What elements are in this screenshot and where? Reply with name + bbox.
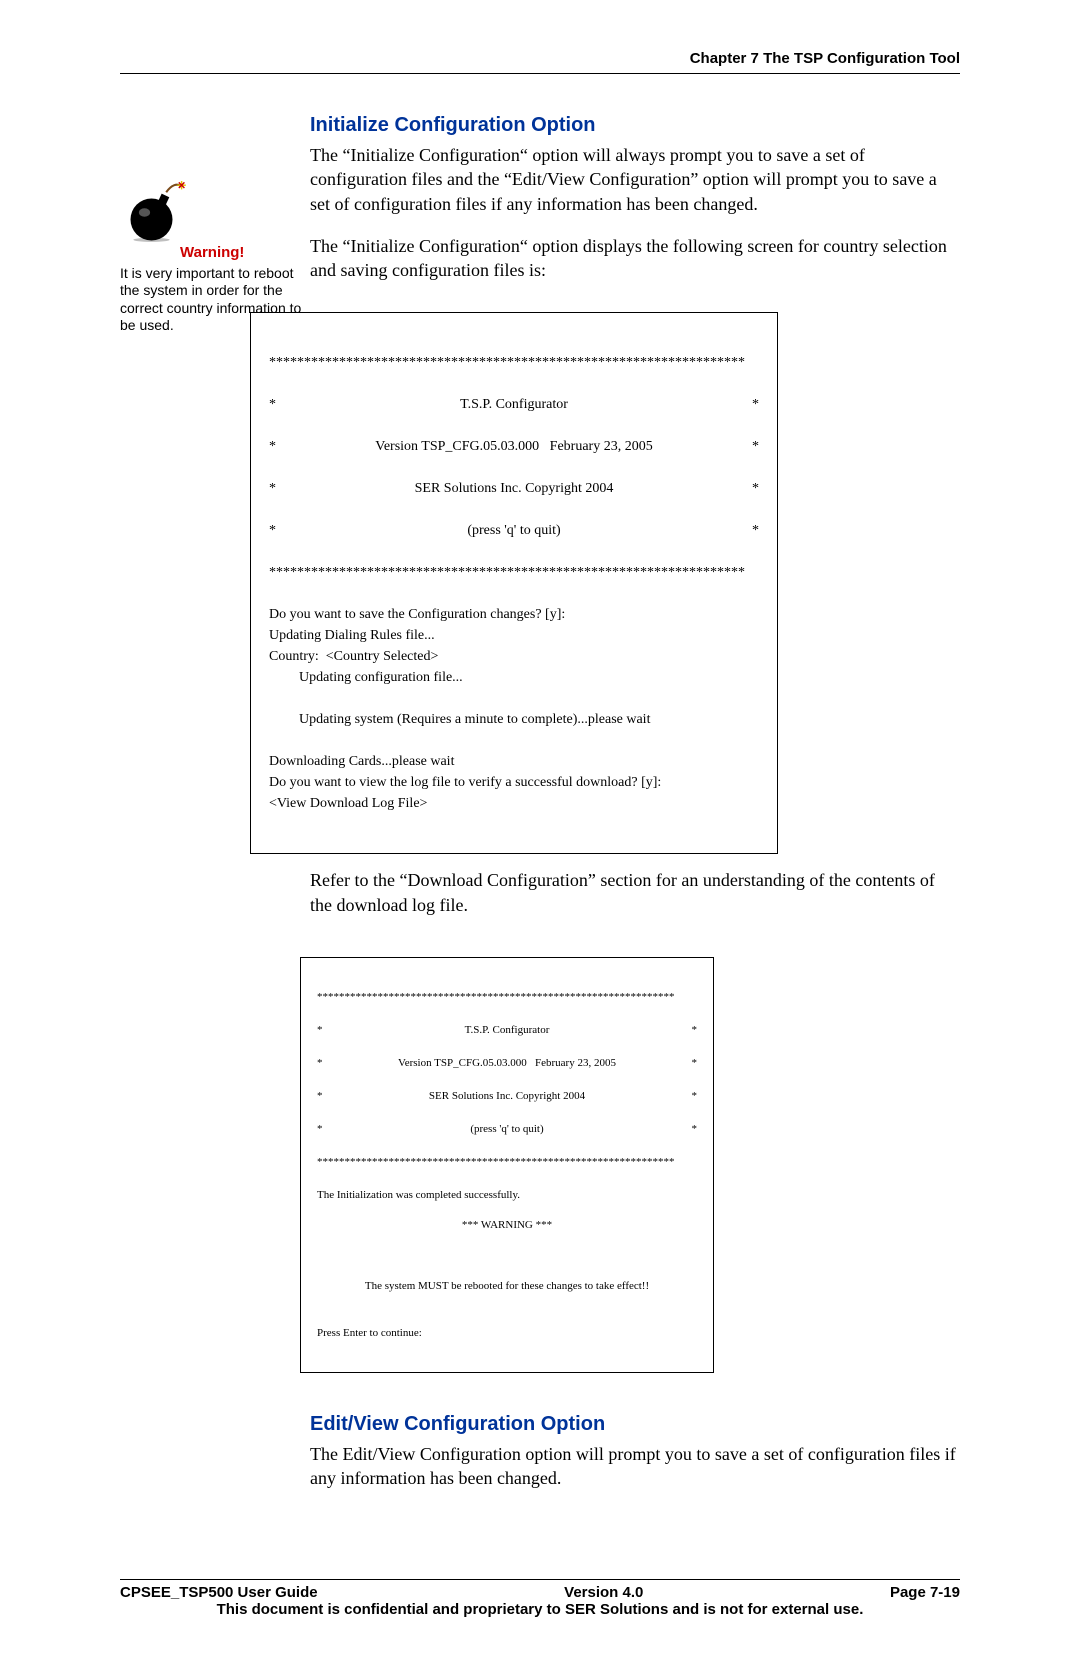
chapter-title: Chapter 7 The TSP Configuration Tool	[690, 50, 960, 67]
sidebar: Warning! It is very important to reboot …	[120, 114, 310, 335]
t1-l4: (press 'q' to quit)	[276, 520, 752, 541]
t1-l3: SER Solutions Inc. Copyright 2004	[276, 478, 752, 499]
init-paragraph-3: Refer to the “Download Configuration” se…	[310, 868, 960, 917]
t1-l2: Version TSP_CFG.05.03.000 February 23, 2…	[276, 436, 752, 457]
t2-l4: (press 'q' to quit)	[323, 1121, 692, 1138]
t1-stars-bot: ****************************************…	[269, 562, 759, 583]
page: Chapter 7 The TSP Configuration Tool	[0, 0, 1080, 1658]
section-title-editview: Edit/View Configuration Option	[310, 1413, 960, 1436]
editview-paragraph-1: The Edit/View Configuration option will …	[310, 1442, 960, 1491]
footer-confidential: This document is confidential and propri…	[120, 1601, 960, 1618]
init-paragraph-2: The “Initialize Configuration“ option di…	[310, 234, 960, 283]
footer-left: CPSEE_TSP500 User Guide	[120, 1584, 318, 1601]
init-paragraph-1: The “Initialize Configuration“ option wi…	[310, 143, 960, 216]
t2-l1: T.S.P. Configurator	[323, 1022, 692, 1039]
t2-m2: The system MUST be rebooted for these ch…	[317, 1278, 697, 1295]
t2-stars-top: ****************************************…	[317, 989, 697, 1006]
main-column: Initialize Configuration Option The “Ini…	[310, 114, 960, 1509]
warning-label: Warning!	[180, 244, 310, 263]
page-footer: CPSEE_TSP500 User Guide Version 4.0 Page…	[120, 1579, 960, 1618]
t1-u1: Updating Dialing Rules file...	[269, 628, 435, 643]
t1-q2: Do you want to view the log file to veri…	[269, 775, 661, 790]
terminal-screen-2: ****************************************…	[300, 957, 714, 1373]
section-title-initialize: Initialize Configuration Option	[310, 114, 960, 137]
t2-m1: The Initialization was completed success…	[317, 1189, 520, 1201]
footer-right: Page 7-19	[890, 1584, 960, 1601]
t2-l2: Version TSP_CFG.05.03.000 February 23, 2…	[323, 1055, 692, 1072]
terminal-screen-1: ****************************************…	[250, 312, 778, 854]
t1-c1: Country: <Country Selected>	[269, 649, 438, 664]
t2-l3: SER Solutions Inc. Copyright 2004	[323, 1088, 692, 1105]
t2-p1: Press Enter to continue:	[317, 1327, 422, 1339]
t1-stars-top: ****************************************…	[269, 352, 759, 373]
t1-i1: Updating configuration file...	[269, 667, 759, 688]
t1-l1: T.S.P. Configurator	[276, 394, 752, 415]
t2-stars-bot: ****************************************…	[317, 1154, 697, 1171]
page-header: Chapter 7 The TSP Configuration Tool	[120, 50, 960, 74]
bomb-icon	[120, 174, 310, 244]
t1-i2: Updating system (Requires a minute to co…	[269, 709, 759, 730]
t1-q1: Do you want to save the Configuration ch…	[269, 607, 565, 622]
t2-w1: *** WARNING ***	[317, 1217, 697, 1234]
t1-d1: Downloading Cards...please wait	[269, 754, 454, 769]
content-row: Warning! It is very important to reboot …	[120, 114, 960, 1509]
footer-center: Version 4.0	[564, 1584, 643, 1601]
t1-v1: <View Download Log File>	[269, 796, 427, 811]
